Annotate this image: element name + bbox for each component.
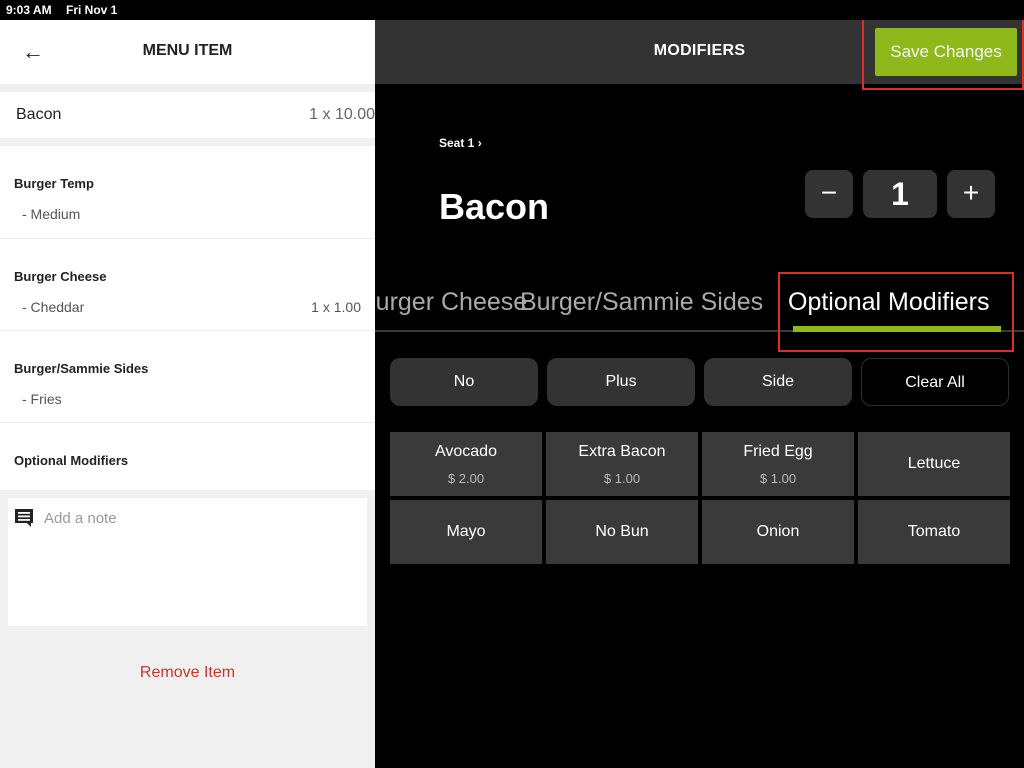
- modifier-price: $ 2.00: [447, 470, 485, 486]
- modifier-name: Onion: [756, 523, 800, 540]
- modifier-group[interactable]: Burger/Sammie Sides - Fries: [0, 330, 375, 422]
- modifier-name: Mayo: [446, 523, 486, 540]
- tab-burger-sammie-sides[interactable]: Burger/Sammie Sides: [520, 288, 763, 317]
- modifier-name: Tomato: [907, 523, 961, 540]
- plus-icon: +: [962, 177, 980, 208]
- modifier-grid: Avocado $ 2.00 Extra Bacon $ 1.00 Fried Eg…: [390, 432, 1010, 564]
- modifier-price: $ 1.00: [603, 470, 641, 486]
- modifiers-header: MODIFIERS Save Changes: [375, 20, 1024, 84]
- comment-icon: [14, 508, 34, 528]
- modifier-group-title: Burger Cheese: [14, 269, 107, 284]
- tab-burger-cheese[interactable]: Burger Cheese: [375, 288, 527, 317]
- status-bar: 9:03 AM Fri Nov 1 42%: [0, 0, 1024, 751]
- modifier-group-value: - Cheddar: [22, 299, 85, 315]
- note-input[interactable]: [44, 506, 359, 530]
- minus-icon: −: [820, 177, 838, 208]
- seat-link[interactable]: Seat 1 ›: [439, 136, 482, 150]
- increase-quantity-button[interactable]: +: [947, 170, 995, 218]
- modifier-group-value: - Fries: [22, 391, 62, 407]
- modifier-group-title: Optional Modifiers: [14, 453, 129, 468]
- menu-item-header: ← MENU ITEM: [0, 20, 375, 84]
- modifier-group[interactable]: Optional Modifiers: [0, 422, 375, 490]
- modifier-tabs: Burger Cheese Burger/Sammie Sides Option…: [375, 282, 1024, 332]
- modifier-option[interactable]: Lettuce: [858, 432, 1010, 496]
- modifier-option[interactable]: Extra Bacon $ 1.00: [546, 432, 698, 496]
- modifier-group-title: Burger/Sammie Sides: [14, 361, 149, 376]
- item-qty-price: 1 x 10.00: [309, 106, 375, 123]
- modifier-option[interactable]: Fried Egg $ 1.00: [702, 432, 854, 496]
- item-name: Bacon: [16, 106, 62, 123]
- modifier-group-value: - Medium: [22, 206, 81, 222]
- note-box: [8, 498, 367, 626]
- modifier-option[interactable]: Tomato: [858, 500, 1010, 564]
- modifier-name: Avocado: [435, 442, 497, 460]
- status-date: Fri Nov 1: [66, 3, 118, 17]
- modifier-option[interactable]: No Bun: [546, 500, 698, 564]
- modifier-option[interactable]: Avocado $ 2.00: [390, 432, 542, 496]
- modifier-group-title: Burger Temp: [14, 176, 94, 191]
- item-title: Bacon: [439, 186, 550, 227]
- status-time: 9:03 AM: [6, 3, 52, 17]
- quantity-value[interactable]: 1: [863, 170, 937, 218]
- active-tab-indicator: [793, 326, 1001, 332]
- decrease-quantity-button[interactable]: −: [805, 170, 853, 218]
- side-button[interactable]: Side: [704, 358, 852, 406]
- tab-optional-modifiers[interactable]: Optional Modifiers: [788, 288, 989, 317]
- menu-item-title: MENU ITEM: [142, 42, 233, 59]
- modifier-name: Extra Bacon: [578, 442, 666, 460]
- modifier-option[interactable]: Onion: [702, 500, 854, 564]
- modifier-name: Fried Egg: [743, 442, 813, 460]
- no-button[interactable]: No: [390, 358, 538, 406]
- modifier-option[interactable]: Mayo: [390, 500, 542, 564]
- modifiers-panel: MODIFIERS Save Changes Seat 1 › Bacon − …: [375, 20, 1024, 768]
- modifier-name: No Bun: [595, 523, 649, 540]
- modifier-group[interactable]: Burger Cheese - Cheddar 1 x 1.00: [0, 238, 375, 330]
- remove-item-button[interactable]: Remove Item: [0, 664, 375, 682]
- modifier-group[interactable]: Burger Temp - Medium: [0, 146, 375, 238]
- modifier-group-price: 1 x 1.00: [311, 299, 361, 315]
- item-row[interactable]: Bacon 1 x 10.00: [0, 92, 375, 138]
- modifier-price: $ 1.00: [759, 470, 797, 486]
- modifier-name: Lettuce: [907, 455, 961, 472]
- menu-item-panel: ← MENU ITEM Bacon 1 x 10.00 Burger Temp …: [0, 20, 375, 768]
- plus-button[interactable]: Plus: [547, 358, 695, 406]
- clear-all-button[interactable]: Clear All: [861, 358, 1009, 406]
- save-changes-button[interactable]: Save Changes: [875, 28, 1017, 76]
